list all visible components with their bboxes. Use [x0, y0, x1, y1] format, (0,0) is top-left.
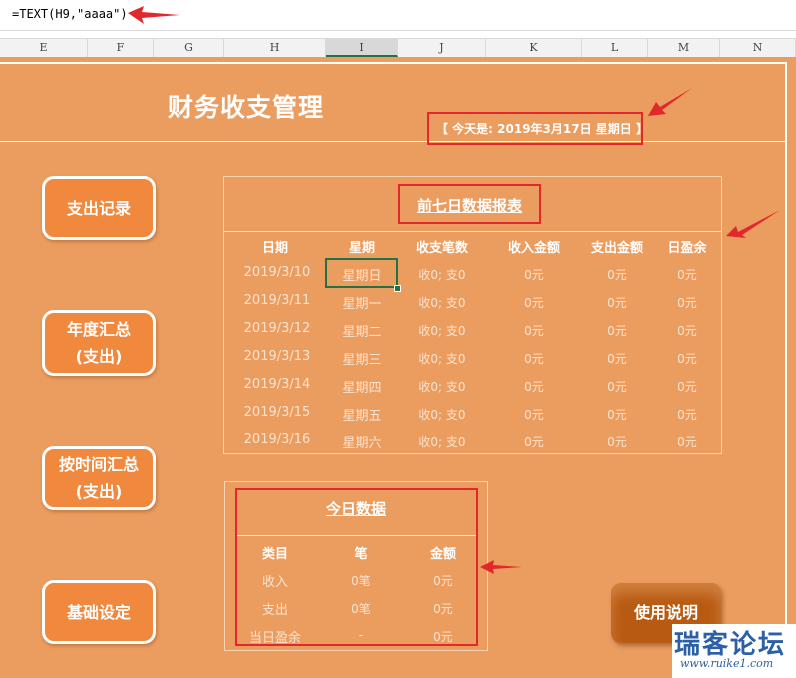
report-cell-surplus[interactable]: 0元	[652, 294, 722, 311]
report-cell-surplus[interactable]: 0元	[652, 322, 722, 339]
report-cell-income[interactable]: 0元	[486, 322, 582, 339]
report-cell-income[interactable]: 0元	[486, 406, 582, 423]
report-cell-expense[interactable]: 0元	[572, 406, 662, 423]
report-title: 前七日数据报表	[416, 197, 522, 215]
today-cell-amount[interactable]: 0元	[408, 600, 478, 617]
report-cell-expense[interactable]: 0元	[572, 433, 662, 450]
column-header-bar: E F G H I J K L M N	[0, 38, 796, 58]
frame-right-line	[785, 62, 787, 678]
report-cell-income[interactable]: 0元	[486, 433, 582, 450]
fill-handle[interactable]	[394, 285, 401, 292]
report-cell-weekday[interactable]: 星期五	[326, 405, 398, 424]
annual-summary-label: 年度汇总	[66, 320, 131, 339]
report-cell-expense[interactable]: 0元	[572, 322, 662, 339]
column-header-n[interactable]: N	[720, 39, 796, 57]
report-cell-weekday[interactable]: 星期二	[326, 321, 398, 340]
report-header-income: 收入金额	[507, 241, 560, 256]
column-header-e[interactable]: E	[0, 39, 88, 57]
report-header-expense: 支出金额	[590, 241, 643, 256]
report-cell-income[interactable]: 0元	[486, 350, 582, 367]
report-cell-expense[interactable]: 0元	[572, 266, 662, 283]
report-cell-expense[interactable]: 0元	[572, 294, 662, 311]
column-header-l[interactable]: L	[582, 39, 648, 57]
formula-bar[interactable]: =TEXT(H9,"aaaa")	[0, 0, 796, 31]
report-cell-date[interactable]: 2019/3/12	[230, 321, 324, 336]
report-cell-count[interactable]: 收0; 支0	[398, 322, 486, 339]
column-header-g[interactable]: G	[154, 39, 224, 57]
report-header-weekday: 星期	[348, 241, 375, 256]
page-title: 财务收支管理	[168, 93, 325, 122]
annotation-arrow-icon	[726, 210, 780, 238]
annotation-arrow-icon	[480, 560, 522, 574]
active-cell-selection[interactable]	[325, 258, 398, 288]
today-cell-category[interactable]: 支出	[240, 599, 310, 618]
frame-top-line	[0, 62, 786, 64]
report-cell-date[interactable]: 2019/3/13	[230, 349, 324, 364]
today-cell-count[interactable]: 0笔	[330, 600, 392, 617]
header-divider-line	[0, 141, 786, 142]
report-cell-surplus[interactable]: 0元	[652, 433, 722, 450]
report-cell-date[interactable]: 2019/3/16	[230, 432, 324, 447]
column-header-k[interactable]: K	[486, 39, 582, 57]
column-header-f[interactable]: F	[88, 39, 154, 57]
time-summary-button[interactable]: 按时间汇总 (支出)	[42, 446, 156, 510]
report-header-date: 日期	[261, 241, 288, 256]
today-header-amount: 金额	[429, 547, 456, 562]
report-cell-surplus[interactable]: 0元	[652, 406, 722, 423]
today-cell-count[interactable]: -	[330, 628, 392, 642]
report-cell-surplus[interactable]: 0元	[652, 266, 722, 283]
report-cell-weekday[interactable]: 星期四	[326, 377, 398, 396]
today-cell-amount[interactable]: 0元	[408, 572, 478, 589]
report-cell-count[interactable]: 收0; 支0	[398, 433, 486, 450]
report-cell-count[interactable]: 收0; 支0	[398, 378, 486, 395]
report-cell-count[interactable]: 收0; 支0	[398, 406, 486, 423]
report-cell-income[interactable]: 0元	[486, 378, 582, 395]
report-header-count: 收支笔数	[415, 241, 468, 256]
today-panel-title: 今日数据	[325, 500, 386, 518]
annual-summary-button[interactable]: 年度汇总 (支出)	[42, 310, 156, 376]
report-cell-income[interactable]: 0元	[486, 266, 582, 283]
report-cell-expense[interactable]: 0元	[572, 350, 662, 367]
today-date-label: 【 今天是: 2019年3月17日 星期日 】	[436, 122, 648, 136]
basic-settings-label: 基础设定	[66, 602, 131, 622]
formula-text[interactable]: =TEXT(H9,"aaaa")	[12, 7, 128, 21]
today-cell-amount[interactable]: 0元	[408, 628, 478, 645]
report-cell-surplus[interactable]: 0元	[652, 350, 722, 367]
column-header-j[interactable]: J	[398, 39, 486, 57]
report-divider-line	[224, 231, 721, 232]
column-header-i[interactable]: I	[326, 39, 398, 57]
report-cell-income[interactable]: 0元	[486, 294, 582, 311]
today-cell-category[interactable]: 收入	[240, 571, 310, 590]
report-header-surplus: 日盈余	[667, 241, 707, 256]
annotation-arrow-icon	[128, 6, 180, 24]
expense-record-label: 支出记录	[66, 198, 131, 218]
column-header-h[interactable]: H	[224, 39, 326, 57]
annual-summary-sublabel: (支出)	[75, 347, 123, 366]
today-header-category: 类目	[261, 547, 288, 562]
report-cell-surplus[interactable]: 0元	[652, 378, 722, 395]
report-cell-count[interactable]: 收0; 支0	[398, 350, 486, 367]
report-cell-weekday[interactable]: 星期一	[326, 293, 398, 312]
report-cell-date[interactable]: 2019/3/10	[230, 265, 324, 280]
report-cell-count[interactable]: 收0; 支0	[398, 294, 486, 311]
expense-record-button[interactable]: 支出记录	[42, 176, 156, 240]
column-header-m[interactable]: M	[648, 39, 720, 57]
time-summary-sublabel: (支出)	[75, 482, 123, 501]
basic-settings-button[interactable]: 基础设定	[42, 580, 156, 644]
report-cell-date[interactable]: 2019/3/15	[230, 405, 324, 420]
report-cell-date[interactable]: 2019/3/11	[230, 293, 324, 308]
watermark-url: www.ruike1.com	[680, 657, 774, 670]
today-header-count: 笔	[354, 547, 368, 562]
time-summary-label: 按时间汇总	[58, 455, 139, 474]
report-cell-count[interactable]: 收0; 支0	[398, 266, 486, 283]
watermark-logo: 瑞客论坛	[674, 630, 787, 660]
report-cell-weekday[interactable]: 星期三	[326, 349, 398, 368]
today-cell-count[interactable]: 0笔	[330, 572, 392, 589]
report-cell-weekday[interactable]: 星期六	[326, 432, 398, 451]
report-cell-date[interactable]: 2019/3/14	[230, 377, 324, 392]
today-cell-category[interactable]: 当日盈余	[240, 627, 310, 646]
annotation-arrow-icon	[648, 88, 692, 116]
report-cell-expense[interactable]: 0元	[572, 378, 662, 395]
